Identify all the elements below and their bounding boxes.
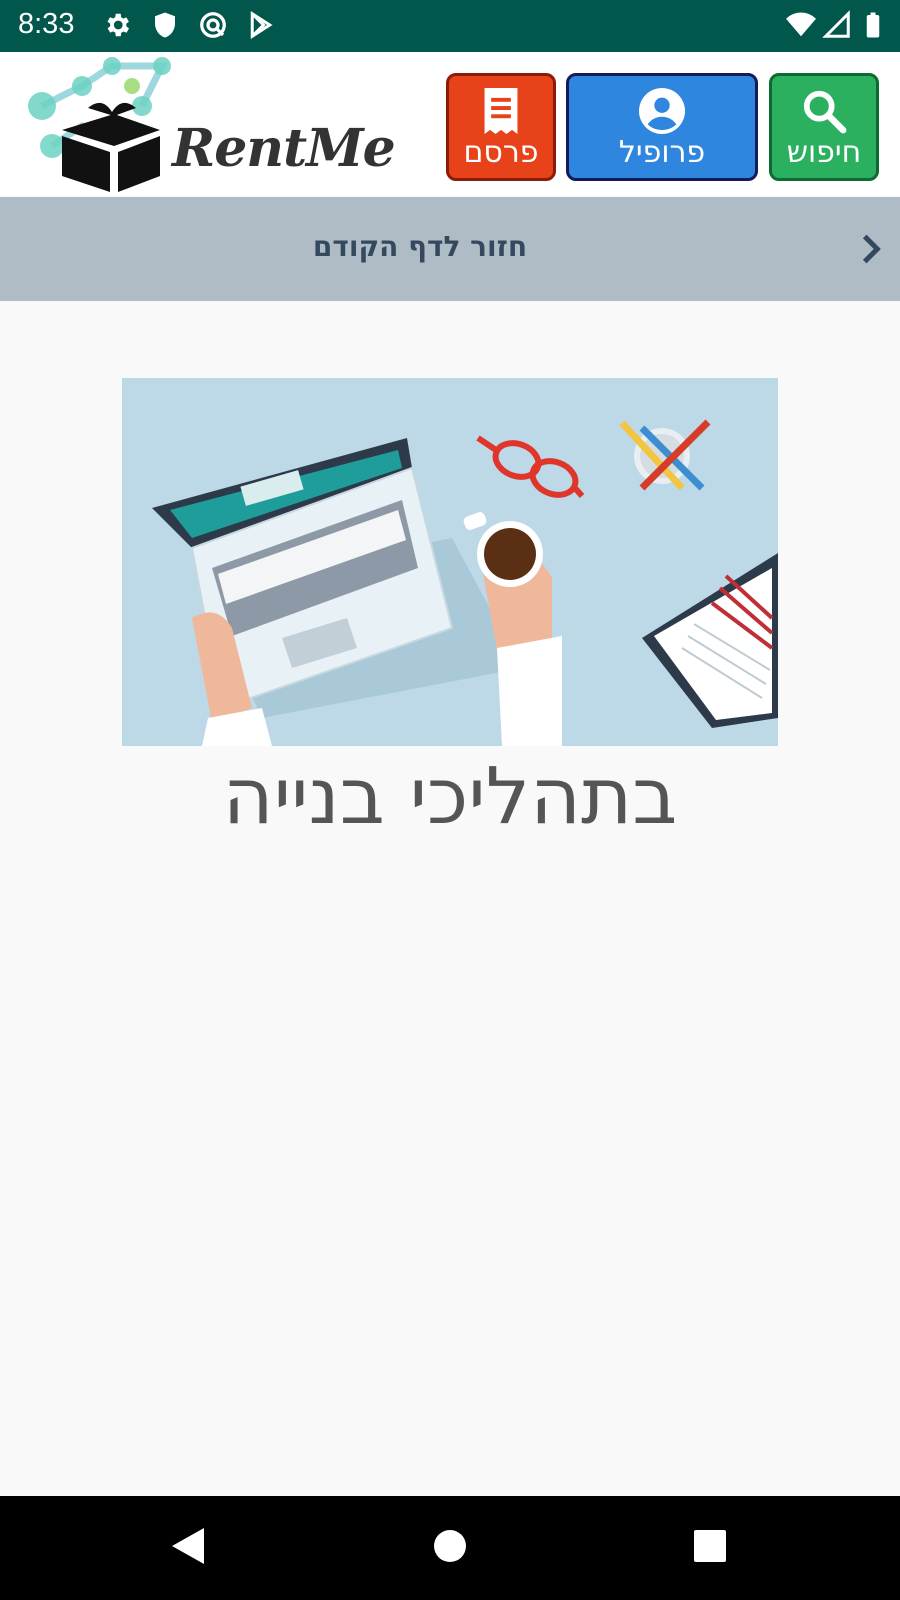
wifi-icon	[786, 12, 816, 37]
app-logo[interactable]: RentMe	[22, 56, 412, 192]
search-button[interactable]: חיפוש	[769, 73, 879, 181]
vpn-icon	[200, 12, 226, 38]
home-nav-icon[interactable]	[432, 1526, 468, 1566]
under-construction-message: בתהליכי בנייה	[222, 752, 678, 842]
chevron-right-icon	[862, 234, 881, 264]
app-header: RentMe פרסם פרופיל חיפוש	[0, 52, 900, 196]
back-to-previous-page-bar[interactable]: חזור לדף הקודם	[0, 197, 900, 301]
workspace-illustration	[122, 378, 778, 746]
play-store-icon	[250, 11, 273, 39]
search-icon	[803, 90, 847, 134]
receipt-icon	[484, 88, 518, 134]
logo-network-icon	[28, 57, 171, 192]
back-label: חזור לדף הקודם	[312, 230, 528, 263]
signal-icon	[822, 10, 850, 38]
status-bar: 8:33	[0, 0, 900, 52]
battery-icon	[866, 12, 880, 38]
recents-nav-icon[interactable]	[692, 1526, 728, 1566]
shield-icon	[155, 12, 175, 38]
account-circle-icon	[639, 88, 685, 134]
back-nav-icon[interactable]	[170, 1526, 206, 1566]
logo-text: RentMe	[172, 118, 396, 179]
status-time: 8:33	[18, 8, 75, 40]
gear-icon	[107, 13, 129, 37]
publish-label: פרסם	[463, 135, 539, 170]
profile-label: פרופיל	[618, 135, 706, 170]
publish-button[interactable]: פרסם	[446, 73, 556, 181]
system-navigation-bar	[0, 1496, 900, 1600]
search-label: חיפוש	[786, 135, 862, 170]
profile-button[interactable]: פרופיל	[566, 73, 758, 181]
